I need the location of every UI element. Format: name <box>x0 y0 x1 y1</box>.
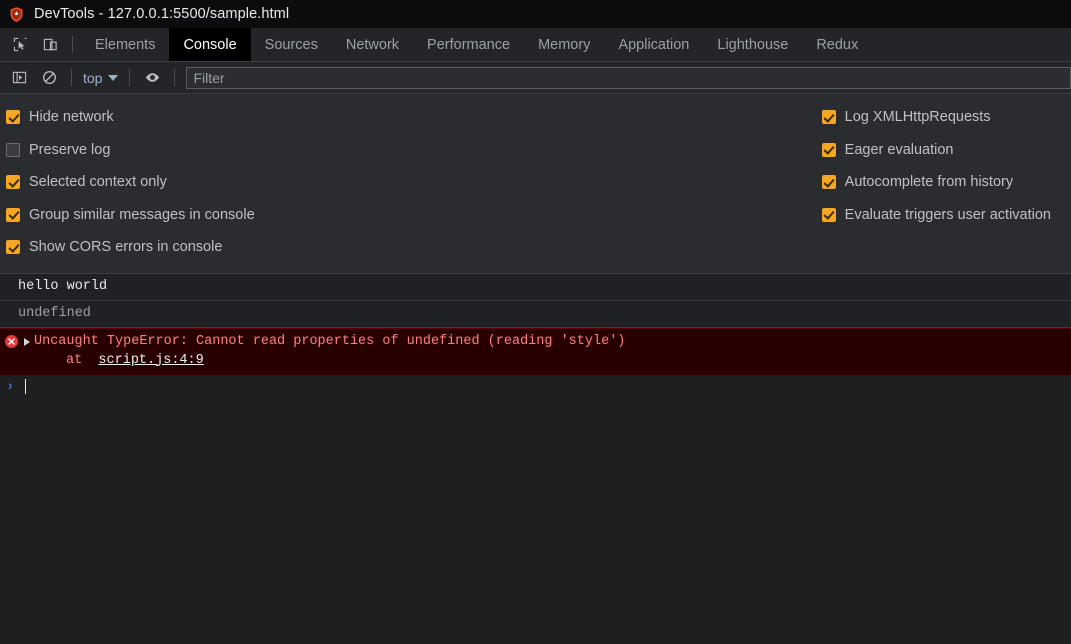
setting-label-selected-context-only: Selected context only <box>29 174 167 191</box>
live-expression-eye-icon[interactable] <box>137 65 167 91</box>
checkbox-evaluate-user-activation[interactable] <box>821 207 836 222</box>
checkbox-group-similar[interactable] <box>6 207 20 222</box>
devtools-tabbar: Elements Console Sources Network Perform… <box>0 28 1071 62</box>
console-sidebar-icon[interactable] <box>4 65 34 91</box>
console-prompt-row[interactable]: › <box>0 375 1071 398</box>
setting-hide-network[interactable]: Hide network <box>6 101 255 134</box>
setting-label-hide-network: Hide network <box>29 109 114 126</box>
setting-show-cors-errors[interactable]: Show CORS errors in console <box>6 231 255 264</box>
disclosure-triangle-right-icon[interactable] <box>24 337 30 346</box>
execution-context-selector[interactable]: top <box>79 70 122 86</box>
setting-label-autocomplete-history: Autocomplete from history <box>844 174 1014 191</box>
toolbar-divider-1 <box>71 69 72 86</box>
checkbox-selected-context-only[interactable] <box>6 175 20 190</box>
settings-column-right: Log XMLHttpRequests Eager evaluation Aut… <box>821 101 1071 232</box>
tab-network[interactable]: Network <box>332 28 413 61</box>
tab-memory[interactable]: Memory <box>524 28 604 61</box>
device-toolbar-icon[interactable] <box>35 28 65 61</box>
setting-label-log-xhr: Log XMLHttpRequests <box>844 109 991 126</box>
tab-redux[interactable]: Redux <box>802 28 872 61</box>
console-message-area[interactable]: hello world undefined Uncaught TypeError… <box>0 273 1071 565</box>
setting-label-show-cors-errors: Show CORS errors in console <box>29 239 223 256</box>
tab-console[interactable]: Console <box>169 28 251 61</box>
console-eval-result: undefined <box>0 300 1071 328</box>
console-toolbar: top <box>0 62 1071 94</box>
tab-sources[interactable]: Sources <box>251 28 332 61</box>
clear-console-icon[interactable] <box>34 65 64 91</box>
setting-label-group-similar: Group similar messages in console <box>29 206 255 223</box>
error-source-link[interactable]: script.js:4:9 <box>98 353 203 368</box>
setting-group-similar[interactable]: Group similar messages in console <box>6 199 255 232</box>
console-log-message: hello world <box>0 273 1071 301</box>
setting-preserve-log[interactable]: Preserve log <box>6 134 255 167</box>
toolbar-divider-3 <box>174 69 176 86</box>
checkbox-preserve-log[interactable] <box>6 142 20 157</box>
prompt-chevron-icon: › <box>6 378 15 395</box>
inspect-element-icon[interactable] <box>5 28 35 61</box>
tab-elements[interactable]: Elements <box>81 28 169 61</box>
toolbar-divider-2 <box>129 69 131 86</box>
setting-eager-evaluation[interactable]: Eager evaluation <box>821 134 1051 167</box>
error-headline[interactable]: Uncaught TypeError: Cannot read properti… <box>24 333 1071 351</box>
checkbox-show-cors-errors[interactable] <box>6 240 20 255</box>
tab-list: Elements Console Sources Network Perform… <box>81 28 872 61</box>
execution-context-value: top <box>83 69 103 86</box>
window-title: DevTools - 127.0.0.1:5500/sample.html <box>34 6 290 22</box>
tab-lighthouse[interactable]: Lighthouse <box>703 28 802 61</box>
setting-selected-context-only[interactable]: Selected context only <box>6 166 255 199</box>
setting-label-eager-evaluation: Eager evaluation <box>844 141 954 158</box>
tab-application[interactable]: Application <box>604 28 703 61</box>
error-stack-at-label: at <box>66 352 83 368</box>
text-cursor <box>25 379 26 394</box>
settings-column-left: Hide network Preserve log Selected conte… <box>0 101 255 264</box>
setting-evaluate-user-activation[interactable]: Evaluate triggers user activation <box>821 199 1051 232</box>
setting-log-xhr[interactable]: Log XMLHttpRequests <box>821 101 1051 134</box>
checkbox-autocomplete-history[interactable] <box>821 175 836 190</box>
setting-label-preserve-log: Preserve log <box>29 141 111 158</box>
setting-label-evaluate-user-activation: Evaluate triggers user activation <box>844 206 1051 223</box>
brave-lion-icon <box>8 6 25 23</box>
error-body: Uncaught TypeError: Cannot read properti… <box>0 333 1071 370</box>
checkbox-hide-network[interactable] <box>6 110 20 125</box>
console-error-message[interactable]: Uncaught TypeError: Cannot read properti… <box>0 327 1071 376</box>
error-circle-icon <box>5 334 18 348</box>
error-text: Uncaught TypeError: Cannot read properti… <box>34 333 626 349</box>
window-titlebar: DevTools - 127.0.0.1:5500/sample.html <box>0 0 1071 28</box>
checkbox-log-xhr[interactable] <box>821 110 836 125</box>
error-stack-frame: at script.js:4:9 <box>24 352 1071 370</box>
tab-performance[interactable]: Performance <box>413 28 524 61</box>
console-settings-panel: Hide network Preserve log Selected conte… <box>0 94 1071 274</box>
setting-autocomplete-history[interactable]: Autocomplete from history <box>821 166 1051 199</box>
tabbar-divider <box>72 36 73 53</box>
checkbox-eager-evaluation[interactable] <box>821 142 836 157</box>
filter-input[interactable] <box>186 66 1071 89</box>
chevron-down-icon <box>108 74 119 81</box>
